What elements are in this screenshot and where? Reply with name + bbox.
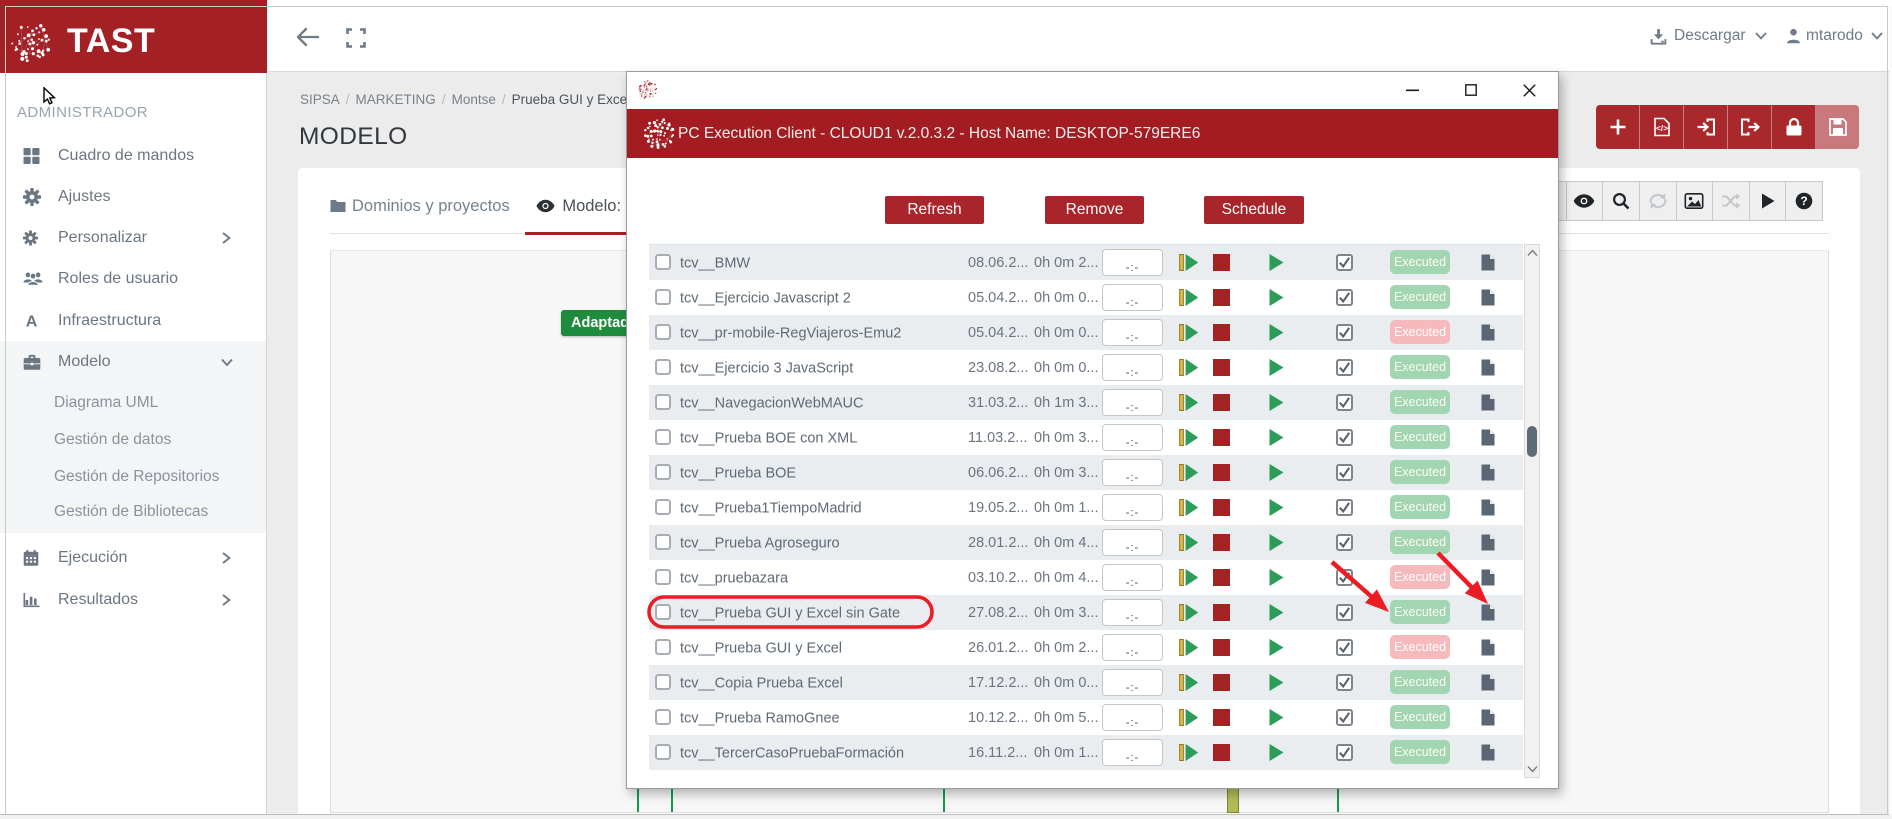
svg-text:?: ? — [1801, 194, 1808, 208]
svg-text:A: A — [26, 313, 38, 329]
svg-text:</>: </> — [1655, 123, 1667, 133]
